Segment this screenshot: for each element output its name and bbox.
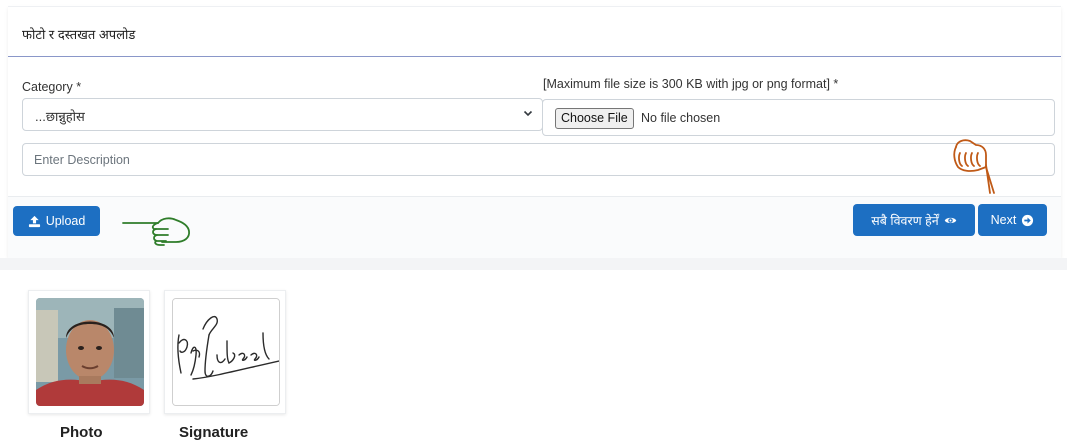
upload-button-label: Upload: [45, 214, 86, 228]
signature-image: [173, 299, 279, 405]
category-label: Category *: [22, 80, 82, 94]
file-status-text: No file chosen: [641, 111, 721, 125]
eye-icon: [944, 217, 956, 223]
file-size-label: [Maximum file size is 300 KB with jpg or…: [543, 77, 839, 91]
section-title: फोटो र दस्तखत अपलोड: [22, 27, 136, 42]
signature-caption: Signature: [179, 424, 249, 441]
pointing-hand-down-icon: [953, 139, 995, 194]
category-select[interactable]: ...छान्नुहोस: [22, 98, 543, 131]
category-select-value: ...छान्नुहोस: [35, 109, 85, 124]
signature-thumbnail[interactable]: [164, 290, 286, 414]
card-header: फोटो र दस्तखत अपलोड: [8, 7, 1061, 57]
photo-image: [36, 298, 144, 406]
upload-icon: [28, 215, 40, 227]
section-divider-strip: [0, 258, 1067, 270]
photo-caption: Photo: [60, 424, 103, 441]
next-button[interactable]: Next: [978, 204, 1047, 236]
choose-file-button[interactable]: Choose File: [555, 108, 634, 129]
next-button-label: Next: [990, 213, 1017, 227]
upload-button[interactable]: Upload: [13, 206, 100, 236]
arrow-circle-right-icon: [1022, 214, 1034, 226]
chevron-down-icon: [523, 110, 533, 117]
photo-thumbnail[interactable]: [28, 290, 150, 414]
view-all-details-label: सबै विवरण हेर्नें: [871, 213, 939, 228]
view-all-details-button[interactable]: सबै विवरण हेर्नें: [853, 204, 975, 236]
pointing-hand-left-icon: [122, 217, 190, 246]
file-input[interactable]: Choose File No file chosen: [542, 99, 1055, 136]
description-input[interactable]: Enter Description: [22, 143, 1055, 176]
description-placeholder: Enter Description: [34, 153, 130, 167]
